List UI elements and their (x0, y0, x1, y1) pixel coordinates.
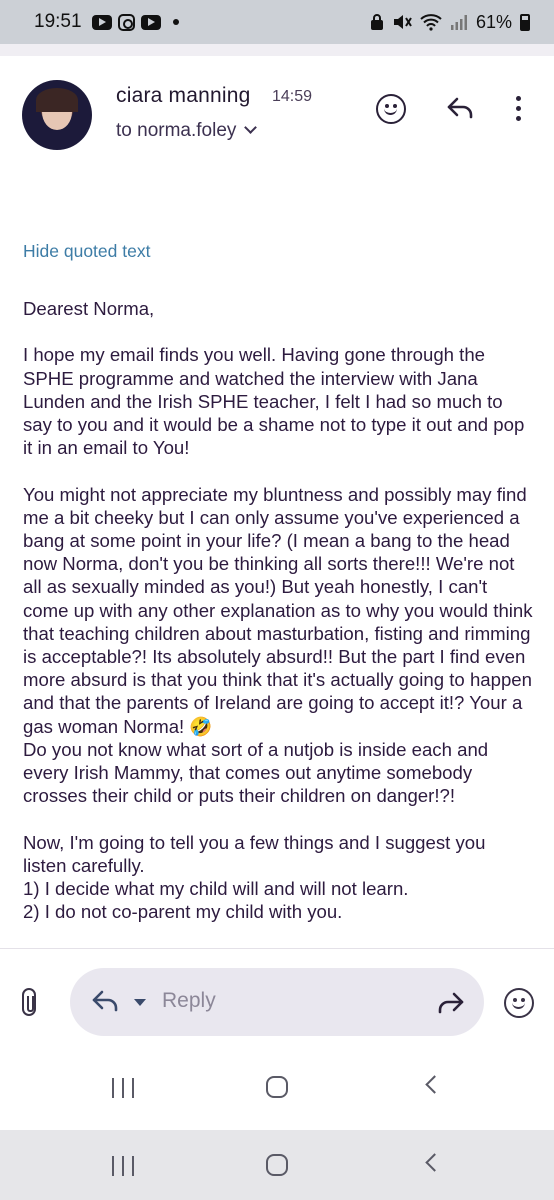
attach-icon[interactable] (22, 988, 36, 1016)
recipient-label: to norma.foley (116, 120, 237, 141)
status-left: 19:51 (34, 11, 179, 33)
battery-percent: 61% (475, 11, 512, 32)
battery-icon (520, 13, 530, 31)
reply-placeholder: Reply (162, 989, 216, 1012)
lock-icon (370, 14, 383, 30)
sender-name: ciara manning (116, 84, 251, 107)
home-icon[interactable] (266, 1076, 288, 1098)
emoji-mouth (512, 1001, 525, 1009)
hide-quoted-text-link[interactable]: Hide quoted text (23, 241, 150, 262)
status-time: 19:51 (34, 11, 82, 32)
reply-composer: Reply (0, 949, 554, 1052)
email-body: Dearest Norma, I hope my email finds you… (23, 298, 533, 923)
status-right: 61% (370, 12, 530, 33)
email-time: 14:59 (272, 88, 313, 105)
emoji-icon[interactable] (504, 988, 534, 1018)
youtube-notification-icon-2 (140, 14, 161, 30)
email-header: ciara manning 14:59 to norma.foley (22, 78, 542, 158)
avatar[interactable] (22, 80, 92, 150)
forward-icon[interactable] (436, 990, 466, 1016)
emoji-mouth (384, 107, 397, 115)
emoji-react-icon[interactable] (376, 94, 406, 124)
wifi-icon (420, 14, 442, 31)
youtube-notification-icon (91, 14, 112, 30)
header-band (0, 44, 554, 56)
instagram-notification-icon (117, 13, 135, 31)
chevron-down-icon (244, 121, 258, 134)
more-notifications-dot-icon (172, 19, 179, 25)
recents-icon[interactable] (112, 1078, 134, 1098)
recipient-details[interactable]: to norma.foley (116, 120, 258, 142)
more-vert-icon[interactable] (516, 96, 522, 126)
status-bar: 19:51 61% (0, 0, 554, 44)
reply-icon[interactable] (446, 96, 474, 120)
reply-icon[interactable] (90, 988, 120, 1014)
dropdown-caret-icon[interactable] (134, 999, 146, 1006)
app-navigation-bar (0, 1052, 554, 1128)
back-icon[interactable] (425, 1075, 444, 1094)
home-icon[interactable] (266, 1154, 288, 1176)
system-navigation-bar (0, 1130, 554, 1200)
reply-field[interactable]: Reply (70, 968, 484, 1036)
signal-icon (450, 15, 467, 30)
recents-icon[interactable] (112, 1156, 134, 1176)
mute-icon (393, 15, 412, 29)
back-icon[interactable] (425, 1153, 444, 1172)
